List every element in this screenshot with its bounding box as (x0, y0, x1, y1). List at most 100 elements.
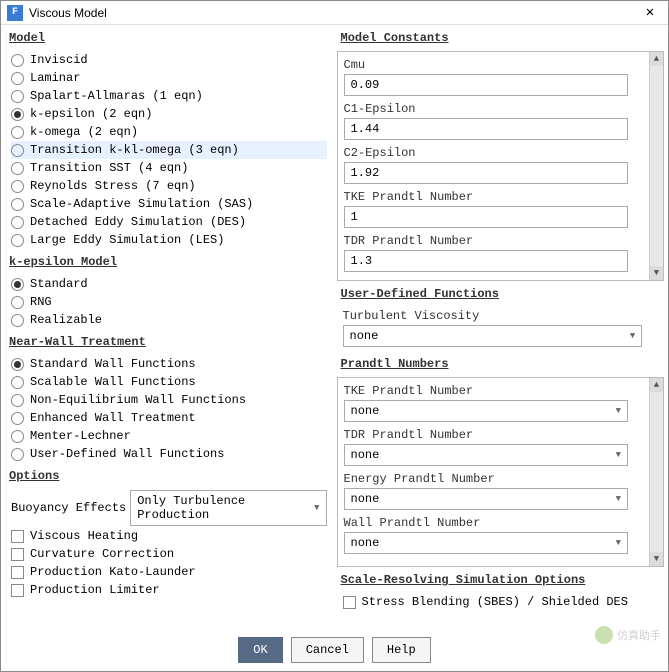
model-radio-item[interactable]: Large Eddy Simulation (LES) (11, 231, 327, 249)
udf-panel: Turbulent Viscosity none ▼ (337, 307, 665, 351)
model-radio-item[interactable]: Transition k-kl-omega (3 eqn) (11, 141, 327, 159)
kepsilon-radio-label: Standard (30, 277, 88, 291)
constant-label: Cmu (344, 56, 644, 74)
help-button[interactable]: Help (372, 637, 431, 663)
kepsilon-radio-item[interactable]: Standard (11, 275, 327, 293)
scroll-up-icon[interactable]: ▲ (650, 52, 663, 66)
scroll-down-icon[interactable]: ▼ (650, 266, 663, 280)
constant-label: TKE Prandtl Number (344, 188, 644, 206)
constant-input[interactable] (344, 206, 629, 228)
nearwall-radio-label: Standard Wall Functions (30, 357, 196, 371)
radio-icon[interactable] (11, 314, 24, 327)
model-radio-item[interactable]: Reynolds Stress (7 eqn) (11, 177, 327, 195)
radio-icon[interactable] (11, 394, 24, 407)
constants-title: Model Constants (337, 29, 665, 47)
radio-icon[interactable] (11, 126, 24, 139)
model-radio-item[interactable]: Inviscid (11, 51, 327, 69)
model-radio-label: Transition SST (4 eqn) (30, 161, 188, 175)
constant-input[interactable] (344, 162, 629, 184)
option-check-row[interactable]: Production Limiter (11, 581, 327, 599)
radio-icon[interactable] (11, 216, 24, 229)
dialog-content: Model Inviscid LaminarSpalart-Allmaras (1… (1, 25, 668, 629)
ok-button[interactable]: OK (238, 637, 282, 663)
watermark: 仿真助手 (595, 626, 661, 644)
prandtl-label: TDR Prandtl Number (344, 426, 644, 444)
options-checkbox-group: Viscous HeatingCurvature CorrectionProdu… (11, 527, 327, 599)
nearwall-radio-item[interactable]: Standard Wall Functions (11, 355, 327, 373)
radio-icon[interactable] (11, 448, 24, 461)
scroll-up-icon[interactable]: ▲ (650, 378, 663, 392)
model-title: Model (5, 29, 333, 47)
buoyancy-dropdown[interactable]: Only Turbulence Production ▼ (130, 490, 326, 526)
nearwall-radio-item[interactable]: Non-Equilibrium Wall Functions (11, 391, 327, 409)
model-radio-item[interactable]: Spalart-Allmaras (1 eqn) (11, 87, 327, 105)
constants-panel: CmuC1-EpsilonC2-EpsilonTKE Prandtl Numbe… (337, 51, 665, 281)
nearwall-radio-item[interactable]: Scalable Wall Functions (11, 373, 327, 391)
radio-icon[interactable] (11, 198, 24, 211)
radio-icon[interactable] (11, 108, 24, 121)
checkbox-icon[interactable] (343, 596, 356, 609)
option-check-row[interactable]: Production Kato-Launder (11, 563, 327, 581)
constant-input[interactable] (344, 250, 629, 272)
chevron-down-icon: ▼ (630, 331, 635, 341)
model-radio-item[interactable]: Laminar (11, 69, 327, 87)
model-radio-item[interactable]: k-epsilon (2 eqn) (11, 105, 327, 123)
radio-icon[interactable] (11, 358, 24, 371)
nearwall-radio-item[interactable]: User-Defined Wall Functions (11, 445, 327, 463)
close-icon[interactable]: ✕ (638, 4, 662, 21)
model-radio-item[interactable]: k-omega (2 eqn) (11, 123, 327, 141)
kepsilon-title: k-epsilon Model (5, 253, 333, 271)
radio-icon[interactable] (11, 72, 24, 85)
constant-input[interactable] (344, 118, 629, 140)
constant-label: C2-Epsilon (344, 144, 644, 162)
sbes-check-row[interactable]: Stress Blending (SBES) / Shielded DES (343, 593, 659, 611)
scrollbar[interactable]: ▲ ▼ (649, 378, 663, 566)
buoyancy-label: Buoyancy Effects (11, 501, 126, 515)
prandtl-dropdown[interactable]: none▼ (344, 488, 629, 510)
model-radio-label: k-epsilon (2 eqn) (30, 107, 152, 121)
kepsilon-radio-item[interactable]: Realizable (11, 311, 327, 329)
checkbox-icon[interactable] (11, 584, 24, 597)
prandtl-panel: TKE Prandtl Numbernone▼TDR Prandtl Numbe… (337, 377, 665, 567)
constant-input[interactable] (344, 74, 629, 96)
model-radio-label: Inviscid (30, 53, 88, 67)
radio-icon[interactable] (11, 144, 24, 157)
prandtl-label: Energy Prandtl Number (344, 470, 644, 488)
prandtl-dropdown[interactable]: none▼ (344, 400, 629, 422)
scale-resolving-panel: Stress Blending (SBES) / Shielded DES (337, 593, 665, 611)
kepsilon-radio-label: Realizable (30, 313, 102, 327)
radio-icon[interactable] (11, 180, 24, 193)
nearwall-radio-item[interactable]: Menter-Lechner (11, 427, 327, 445)
viscous-model-dialog: F Viscous Model ✕ Model InviscidLaminarS… (0, 0, 669, 672)
radio-icon[interactable] (11, 278, 24, 291)
scrollbar[interactable]: ▲ ▼ (649, 52, 663, 280)
nearwall-radio-label: Enhanced Wall Treatment (30, 411, 196, 425)
radio-icon[interactable] (11, 234, 24, 247)
scroll-down-icon[interactable]: ▼ (650, 552, 663, 566)
radio-icon[interactable] (11, 90, 24, 103)
radio-icon[interactable] (11, 412, 24, 425)
option-check-row[interactable]: Curvature Correction (11, 545, 327, 563)
radio-icon[interactable] (11, 430, 24, 443)
radio-icon[interactable] (11, 376, 24, 389)
cancel-button[interactable]: Cancel (291, 637, 364, 663)
model-radio-label: Scale-Adaptive Simulation (SAS) (30, 197, 253, 211)
radio-icon[interactable] (11, 54, 24, 67)
radio-icon[interactable] (11, 162, 24, 175)
turb-visc-dropdown[interactable]: none ▼ (343, 325, 643, 347)
prandtl-value: none (351, 448, 380, 462)
model-radio-item[interactable]: Detached Eddy Simulation (DES) (11, 213, 327, 231)
model-radio-item[interactable]: Transition SST (4 eqn) (11, 159, 327, 177)
chevron-down-icon: ▼ (616, 406, 621, 416)
prandtl-dropdown[interactable]: none▼ (344, 444, 629, 466)
kepsilon-radio-item[interactable]: RNG (11, 293, 327, 311)
checkbox-icon[interactable] (11, 530, 24, 543)
nearwall-radio-item[interactable]: Enhanced Wall Treatment (11, 409, 327, 427)
radio-icon[interactable] (11, 296, 24, 309)
window-title: Viscous Model (29, 6, 638, 20)
prandtl-dropdown[interactable]: none▼ (344, 532, 629, 554)
model-radio-item[interactable]: Scale-Adaptive Simulation (SAS) (11, 195, 327, 213)
checkbox-icon[interactable] (11, 548, 24, 561)
option-check-row[interactable]: Viscous Heating (11, 527, 327, 545)
checkbox-icon[interactable] (11, 566, 24, 579)
